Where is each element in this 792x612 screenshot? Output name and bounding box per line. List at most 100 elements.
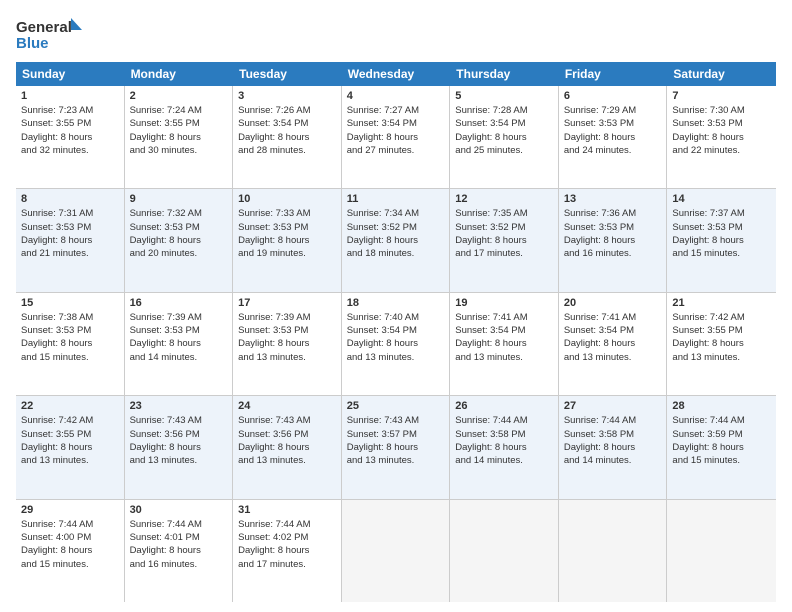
- sunset-text: Sunset: 3:54 PM: [347, 324, 445, 337]
- day-number: 14: [672, 193, 771, 205]
- day-number: 5: [455, 90, 553, 102]
- day-number: 16: [130, 297, 228, 309]
- day-number: 27: [564, 400, 662, 412]
- daylight-extra: and 15 minutes.: [672, 454, 771, 467]
- daylight-extra: and 30 minutes.: [130, 144, 228, 157]
- day-number: 3: [238, 90, 336, 102]
- calendar-day-header: Thursday: [450, 62, 559, 86]
- sunrise-text: Sunrise: 7:43 AM: [238, 414, 336, 427]
- daylight-text: Daylight: 8 hours: [238, 544, 336, 557]
- calendar-cell: 1 Sunrise: 7:23 AM Sunset: 3:55 PM Dayli…: [16, 86, 125, 188]
- daylight-text: Daylight: 8 hours: [130, 337, 228, 350]
- svg-text:General: General: [16, 19, 72, 36]
- daylight-text: Daylight: 8 hours: [455, 441, 553, 454]
- day-number: 4: [347, 90, 445, 102]
- sunset-text: Sunset: 3:58 PM: [564, 428, 662, 441]
- daylight-extra: and 27 minutes.: [347, 144, 445, 157]
- calendar-cell: 26 Sunrise: 7:44 AM Sunset: 3:58 PM Dayl…: [450, 396, 559, 498]
- calendar-cell: 12 Sunrise: 7:35 AM Sunset: 3:52 PM Dayl…: [450, 189, 559, 291]
- sunrise-text: Sunrise: 7:44 AM: [130, 518, 228, 531]
- sunrise-text: Sunrise: 7:42 AM: [672, 311, 771, 324]
- sunset-text: Sunset: 3:53 PM: [238, 221, 336, 234]
- sunrise-text: Sunrise: 7:29 AM: [564, 104, 662, 117]
- calendar-cell: 25 Sunrise: 7:43 AM Sunset: 3:57 PM Dayl…: [342, 396, 451, 498]
- calendar-day-header: Monday: [125, 62, 234, 86]
- daylight-extra: and 15 minutes.: [21, 558, 119, 571]
- day-number: 22: [21, 400, 119, 412]
- calendar-cell: 19 Sunrise: 7:41 AM Sunset: 3:54 PM Dayl…: [450, 293, 559, 395]
- sunset-text: Sunset: 3:54 PM: [564, 324, 662, 337]
- calendar-cell: [667, 500, 776, 602]
- calendar-cell: [450, 500, 559, 602]
- daylight-extra: and 21 minutes.: [21, 247, 119, 260]
- day-number: 13: [564, 193, 662, 205]
- daylight-text: Daylight: 8 hours: [672, 337, 771, 350]
- sunrise-text: Sunrise: 7:34 AM: [347, 207, 445, 220]
- sunrise-text: Sunrise: 7:41 AM: [455, 311, 553, 324]
- day-number: 26: [455, 400, 553, 412]
- daylight-text: Daylight: 8 hours: [564, 131, 662, 144]
- sunset-text: Sunset: 4:01 PM: [130, 531, 228, 544]
- sunrise-text: Sunrise: 7:43 AM: [130, 414, 228, 427]
- calendar-week-row: 8 Sunrise: 7:31 AM Sunset: 3:53 PM Dayli…: [16, 189, 776, 292]
- calendar-body: 1 Sunrise: 7:23 AM Sunset: 3:55 PM Dayli…: [16, 86, 776, 602]
- sunset-text: Sunset: 3:53 PM: [672, 221, 771, 234]
- calendar-cell: 16 Sunrise: 7:39 AM Sunset: 3:53 PM Dayl…: [125, 293, 234, 395]
- daylight-text: Daylight: 8 hours: [238, 131, 336, 144]
- calendar-cell: [559, 500, 668, 602]
- sunrise-text: Sunrise: 7:44 AM: [455, 414, 553, 427]
- sunset-text: Sunset: 3:54 PM: [238, 117, 336, 130]
- logo-icon: GeneralBlue: [16, 16, 96, 52]
- daylight-text: Daylight: 8 hours: [21, 337, 119, 350]
- sunrise-text: Sunrise: 7:44 AM: [564, 414, 662, 427]
- daylight-extra: and 13 minutes.: [672, 351, 771, 364]
- calendar-cell: 18 Sunrise: 7:40 AM Sunset: 3:54 PM Dayl…: [342, 293, 451, 395]
- sunset-text: Sunset: 3:53 PM: [130, 221, 228, 234]
- sunset-text: Sunset: 3:53 PM: [21, 324, 119, 337]
- day-number: 29: [21, 504, 119, 516]
- calendar-cell: 22 Sunrise: 7:42 AM Sunset: 3:55 PM Dayl…: [16, 396, 125, 498]
- daylight-text: Daylight: 8 hours: [672, 131, 771, 144]
- day-number: 31: [238, 504, 336, 516]
- daylight-text: Daylight: 8 hours: [672, 234, 771, 247]
- sunset-text: Sunset: 3:53 PM: [672, 117, 771, 130]
- calendar-cell: 27 Sunrise: 7:44 AM Sunset: 3:58 PM Dayl…: [559, 396, 668, 498]
- daylight-extra: and 13 minutes.: [347, 351, 445, 364]
- sunrise-text: Sunrise: 7:41 AM: [564, 311, 662, 324]
- calendar: SundayMondayTuesdayWednesdayThursdayFrid…: [16, 62, 776, 602]
- sunset-text: Sunset: 3:53 PM: [130, 324, 228, 337]
- calendar-header-row: SundayMondayTuesdayWednesdayThursdayFrid…: [16, 62, 776, 86]
- daylight-text: Daylight: 8 hours: [347, 337, 445, 350]
- calendar-cell: [342, 500, 451, 602]
- day-number: 10: [238, 193, 336, 205]
- calendar-cell: 20 Sunrise: 7:41 AM Sunset: 3:54 PM Dayl…: [559, 293, 668, 395]
- sunrise-text: Sunrise: 7:40 AM: [347, 311, 445, 324]
- daylight-extra: and 15 minutes.: [21, 351, 119, 364]
- day-number: 28: [672, 400, 771, 412]
- daylight-extra: and 20 minutes.: [130, 247, 228, 260]
- daylight-extra: and 32 minutes.: [21, 144, 119, 157]
- calendar-cell: 2 Sunrise: 7:24 AM Sunset: 3:55 PM Dayli…: [125, 86, 234, 188]
- day-number: 23: [130, 400, 228, 412]
- daylight-extra: and 13 minutes.: [347, 454, 445, 467]
- daylight-text: Daylight: 8 hours: [130, 441, 228, 454]
- daylight-text: Daylight: 8 hours: [238, 337, 336, 350]
- calendar-day-header: Tuesday: [233, 62, 342, 86]
- sunrise-text: Sunrise: 7:43 AM: [347, 414, 445, 427]
- calendar-cell: 6 Sunrise: 7:29 AM Sunset: 3:53 PM Dayli…: [559, 86, 668, 188]
- daylight-extra: and 13 minutes.: [130, 454, 228, 467]
- sunset-text: Sunset: 3:56 PM: [130, 428, 228, 441]
- daylight-text: Daylight: 8 hours: [21, 544, 119, 557]
- day-number: 30: [130, 504, 228, 516]
- daylight-text: Daylight: 8 hours: [130, 544, 228, 557]
- daylight-extra: and 14 minutes.: [130, 351, 228, 364]
- sunset-text: Sunset: 3:52 PM: [455, 221, 553, 234]
- daylight-text: Daylight: 8 hours: [347, 441, 445, 454]
- logo: GeneralBlue: [16, 16, 96, 52]
- calendar-cell: 13 Sunrise: 7:36 AM Sunset: 3:53 PM Dayl…: [559, 189, 668, 291]
- sunrise-text: Sunrise: 7:32 AM: [130, 207, 228, 220]
- daylight-text: Daylight: 8 hours: [238, 441, 336, 454]
- daylight-text: Daylight: 8 hours: [130, 234, 228, 247]
- daylight-extra: and 24 minutes.: [564, 144, 662, 157]
- day-number: 9: [130, 193, 228, 205]
